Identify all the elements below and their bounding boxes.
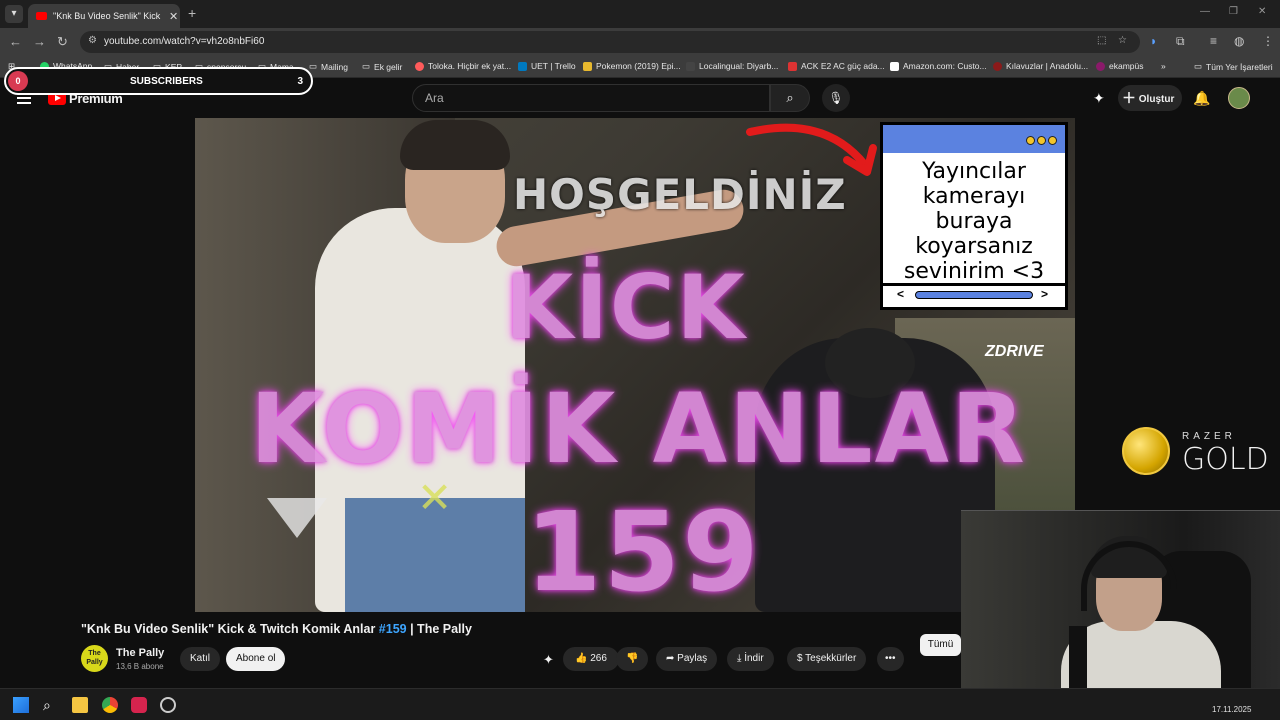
browser-tab-strip: ▾ "Knk Bu Video Senlik" Kick & Tw ✕ + — … [0,0,1280,28]
streamer-webcam [961,510,1280,701]
profile-icon[interactable]: ◍ [1234,34,1244,48]
app-icon-2[interactable] [160,697,176,713]
thumbnail-title-line1: KİCK [505,256,747,359]
extension-icon[interactable]: ◗ [1150,34,1157,48]
close-window-icon[interactable]: ✕ [1258,6,1266,17]
file-explorer-icon[interactable] [72,697,88,713]
new-tab-button[interactable]: + [188,5,196,21]
bookmarks-overflow-icon[interactable]: » [1161,61,1166,71]
thanks-button[interactable]: $ Teşekkürler [787,647,867,671]
bookmark-item[interactable]: UET | Trello [518,61,576,71]
create-button[interactable]: ＋ Oluştur [1118,85,1182,111]
microphone-arm [1069,626,1087,696]
video-player[interactable]: ✕ HOŞGELDİNİZ KİCK KOMİK ANLAR 159 Yayın… [195,118,1075,612]
sponsor-watermark: ZDRIVE [985,343,1044,360]
chevron-left-icon: < [897,287,905,301]
dislike-button[interactable]: 👎 [616,647,649,671]
subscribe-button[interactable]: Abone ol [226,647,286,671]
thumbnail-title-line3: 159 [525,488,761,612]
windows-start-icon[interactable] [13,697,29,713]
callout-scrollbar [915,291,1033,299]
hashtag-link[interactable]: #159 [379,622,407,636]
youtube-favicon-icon [36,12,47,20]
bookmark-item[interactable]: Pokemon (2019) Epi... [583,61,681,71]
like-button[interactable]: 👍 266 [563,647,619,671]
microphone-icon[interactable]: 🎙 [822,84,850,112]
bookmark-folder[interactable]: ▭ Ek gelir [362,61,402,72]
camera-placement-callout: Yayıncılar kamerayı buraya koyarsanız se… [880,122,1068,310]
razer-coin-icon [1122,427,1170,475]
forward-icon[interactable]: → [33,34,46,49]
app-icon[interactable] [131,697,147,713]
plus-icon: ＋ [1122,90,1136,106]
window-dots-icon [1024,134,1057,148]
back-icon[interactable]: ← [9,34,22,49]
folder-icon: ▭ [309,61,318,71]
share-button[interactable]: ➦ Paylaş [656,647,718,671]
decorative-triangle [267,498,327,538]
bookmark-star-icon[interactable]: ☆ [1118,35,1127,46]
red-arrow-icon [746,123,877,176]
bookmark-item[interactable]: Toloka. Hiçbir ek yat... [415,61,511,71]
premium-sparkle-icon[interactable]: ✦ [1093,90,1105,107]
media-icon[interactable]: ≡ [1210,34,1217,48]
minimize-icon[interactable]: — [1200,6,1210,17]
browser-toolbar: ← → ↻ ⚙ youtube.com/watch?v=vh2o8nbFi60 … [0,28,1280,56]
folder-icon: ▭ [362,61,371,71]
extensions-puzzle-icon[interactable]: ⧉ [1176,34,1185,49]
tab-search-button[interactable]: ▾ [5,5,23,23]
join-button[interactable]: Katıl [180,647,221,671]
download-icon: ⤓ [737,653,742,664]
bookmark-folder[interactable]: ▭ Mailing [309,61,348,72]
reload-icon[interactable]: ↻ [57,34,68,50]
tab-close-icon[interactable]: ✕ [169,10,178,23]
thumbs-up-icon: 👍 [575,653,588,664]
chrome-icon[interactable] [102,697,118,713]
bookmark-item[interactable]: Localingual: Diyarb... [686,61,778,71]
menu-dots-icon[interactable]: ⋮ [1262,34,1274,48]
all-bookmarks-folder[interactable]: ▭ Tüm Yer İşaretleri [1194,61,1273,72]
avatar[interactable] [1228,87,1250,109]
more-actions-icon[interactable]: ••• [877,647,904,671]
all-chip-button[interactable]: Tümü [920,634,961,656]
premium-sparkle-icon[interactable]: ✦ [543,652,554,668]
taskbar-date: 17.11.2025 [1212,705,1252,714]
install-icon[interactable]: ⬚ [1097,35,1106,46]
url-text: youtube.com/watch?v=vh2o8nbFi60 [104,36,265,47]
search-input[interactable]: Ara [412,84,770,112]
ad-brand-small: RAZER [1182,431,1236,442]
channel-name[interactable]: The Pally [116,647,164,659]
channel-subscriber-count: 13,6 B abone [116,662,164,671]
video-title: "Knk Bu Video Senlik" Kick & Twitch Komi… [81,622,472,636]
tab-title: "Knk Bu Video Senlik" Kick & Tw [53,11,163,21]
subscribers-label: SUBSCRIBERS [130,76,203,87]
subscribers-start-value: 0 [8,71,28,91]
ad-brand-big: GOLD [1182,442,1269,477]
bookmark-item[interactable]: ACK E2 AC güç ada... [788,61,885,71]
callout-text: Yayıncılar kamerayı buraya koyarsanız se… [903,159,1045,284]
windows-taskbar: ⌕ 17.11.2025 [0,688,1280,720]
chevron-right-icon: > [1041,287,1049,301]
download-button[interactable]: ⤓ İndir [727,647,774,671]
maximize-icon[interactable]: ❐ [1229,6,1238,17]
folder-icon: ▭ [1194,61,1203,71]
taskbar-search-icon[interactable]: ⌕ [43,697,59,713]
channel-avatar[interactable]: The Pally [81,645,108,672]
tab-active[interactable]: "Knk Bu Video Senlik" Kick & Tw ✕ [28,4,180,28]
site-info-icon[interactable]: ⚙ [88,35,97,46]
notifications-bell-icon[interactable]: 🔔 [1193,90,1210,107]
thumbs-down-icon: 👎 [626,653,639,664]
share-icon: ➦ [666,653,675,664]
bookmark-item[interactable]: ekampüs [1096,61,1144,71]
razer-gold-ad[interactable]: RAZER GOLD [1120,425,1280,477]
subscribers-goal-overlay: 0 SUBSCRIBERS 3 [4,67,313,95]
bookmark-item[interactable]: Amazon.com: Custo... [890,61,987,71]
subscribers-count: 3 [297,76,303,87]
thumbnail-title-line2: KOMİK ANLAR [250,373,1027,485]
thanks-icon: $ [797,653,803,664]
bookmark-item[interactable]: Kılavuzlar | Anadolu... [993,61,1088,71]
address-bar[interactable]: ⚙ youtube.com/watch?v=vh2o8nbFi60 ⬚ ☆ [80,31,1140,53]
search-icon[interactable]: ⌕ [770,84,810,112]
